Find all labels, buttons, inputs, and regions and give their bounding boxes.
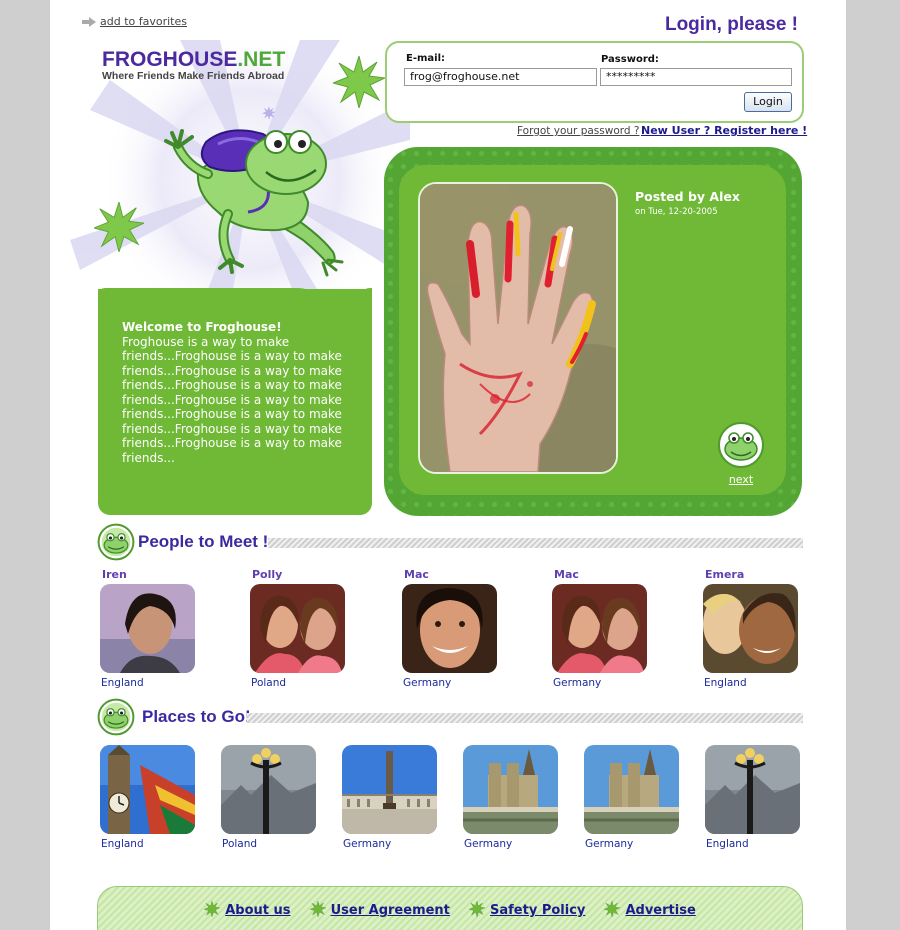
place-country: England [706, 838, 749, 850]
footer-nav: About us User Agreement Safety Policy Ad… [97, 886, 803, 930]
arrow-right-icon [82, 17, 96, 27]
place-country: England [101, 838, 144, 850]
place-photo-cathedral[interactable] [463, 745, 558, 834]
footer-link-advertise[interactable]: Advertise [603, 900, 696, 918]
place-photo-lamp-post[interactable] [221, 745, 316, 834]
email-field[interactable]: frog@froghouse.net [404, 68, 597, 86]
email-label: E-mail: [406, 53, 446, 64]
register-link[interactable]: New User ? Register here ! [641, 124, 807, 137]
footer-link-user-agreement[interactable]: User Agreement [309, 900, 450, 918]
place-card[interactable]: Poland [221, 745, 331, 850]
place-photo-lamp-post[interactable] [705, 745, 800, 834]
place-card[interactable]: England [705, 745, 815, 850]
welcome-text: Froghouse is a way to make friends...Fro… [122, 334, 342, 465]
footer-link-safety-policy[interactable]: Safety Policy [468, 900, 585, 918]
person-name[interactable]: Emera [705, 568, 813, 581]
footer-link-label[interactable]: About us [225, 903, 290, 918]
person-photo[interactable] [552, 584, 647, 673]
posted-date: on Tue, 12-20-2005 [635, 207, 718, 217]
person-card[interactable]: Mac Germany [402, 568, 512, 689]
person-name[interactable]: Mac [404, 568, 512, 581]
password-label: Password: [601, 54, 659, 65]
forgot-password-link[interactable]: Forgot your password ? [517, 125, 639, 137]
place-photo-big-ben[interactable] [100, 745, 195, 834]
star-icon [603, 900, 622, 918]
person-country: England [704, 677, 747, 689]
frog-mascot-illustration [164, 129, 344, 277]
favorites-label[interactable]: add to favorites [100, 15, 187, 28]
logo-tld: .NET [237, 48, 286, 71]
place-card[interactable]: Germany [342, 745, 452, 850]
person-country: England [101, 677, 144, 689]
person-photo[interactable] [402, 584, 497, 673]
next-button[interactable]: next [715, 421, 767, 486]
person-card[interactable]: Mac Germany [552, 568, 662, 689]
star-icon [309, 900, 327, 918]
frog-face-icon [718, 422, 764, 468]
star-icon [203, 900, 221, 918]
place-photo-cathedral[interactable] [584, 745, 679, 834]
person-country: Poland [251, 677, 287, 689]
person-country: Germany [553, 677, 602, 689]
star-icon [94, 202, 144, 252]
place-country: Germany [464, 838, 513, 850]
section-divider [247, 713, 803, 723]
post-meta: Posted by Alex on Tue, 12-20-2005 [635, 189, 740, 217]
person-card[interactable]: Emera England [703, 568, 813, 689]
site-logo[interactable]: FROGHOUSE.NET Where Friends Make Friends… [102, 48, 285, 82]
star-icon [468, 900, 486, 918]
people-section-title: People to Meet ! [138, 532, 269, 551]
featured-photo[interactable] [418, 182, 618, 474]
person-name[interactable]: Mac [554, 568, 662, 581]
welcome-title: Welcome to Froghouse! [122, 320, 282, 334]
place-country: Germany [343, 838, 392, 850]
posted-by: Posted by Alex [635, 189, 740, 204]
person-photo[interactable] [703, 584, 798, 673]
place-country: Germany [585, 838, 634, 850]
next-label[interactable]: next [715, 473, 767, 486]
person-country: Germany [403, 677, 452, 689]
page: add to favorites FROGHOUSE.NET Where Fri… [50, 0, 846, 930]
add-to-favorites-link[interactable]: add to favorites [82, 15, 187, 28]
login-form: E-mail: frog@froghouse.net Password: ***… [385, 41, 804, 123]
featured-post-panel: Posted by Alex on Tue, 12-20-2005 next [384, 147, 802, 516]
person-name[interactable]: Iren [102, 568, 210, 581]
section-divider [268, 538, 803, 548]
footer-link-label[interactable]: User Agreement [331, 903, 450, 918]
footer-link-label[interactable]: Safety Policy [490, 903, 585, 918]
person-card[interactable]: Polly Poland [250, 568, 360, 689]
logo-name: FROGHOUSE [102, 48, 238, 71]
star-icon [333, 56, 385, 108]
featured-post-inner: Posted by Alex on Tue, 12-20-2005 next [399, 165, 786, 495]
footer-link-label[interactable]: Advertise [625, 903, 695, 918]
frog-face-icon [97, 523, 135, 561]
place-country: Poland [222, 838, 258, 850]
person-card[interactable]: Iren England [100, 568, 210, 689]
password-field[interactable]: ********* [600, 68, 792, 86]
welcome-panel: Welcome to Froghouse! Froghouse is a way… [98, 289, 372, 515]
login-title: Login, please ! [664, 14, 798, 35]
places-section-title: Places to Go! [142, 707, 251, 726]
footer-link-about-us[interactable]: About us [203, 900, 291, 918]
person-photo[interactable] [250, 584, 345, 673]
person-photo[interactable] [100, 584, 195, 673]
people-section-header: People to Meet ! [97, 523, 803, 563]
place-card[interactable]: Germany [463, 745, 573, 850]
places-section-header: Places to Go! [97, 698, 803, 738]
frog-face-icon [97, 698, 135, 736]
logo-tagline: Where Friends Make Friends Abroad [102, 70, 285, 82]
place-card[interactable]: England [100, 745, 210, 850]
place-card[interactable]: Germany [584, 745, 694, 850]
person-name[interactable]: Polly [252, 568, 360, 581]
place-photo-column-square[interactable] [342, 745, 437, 834]
login-button[interactable]: Login [744, 92, 792, 112]
